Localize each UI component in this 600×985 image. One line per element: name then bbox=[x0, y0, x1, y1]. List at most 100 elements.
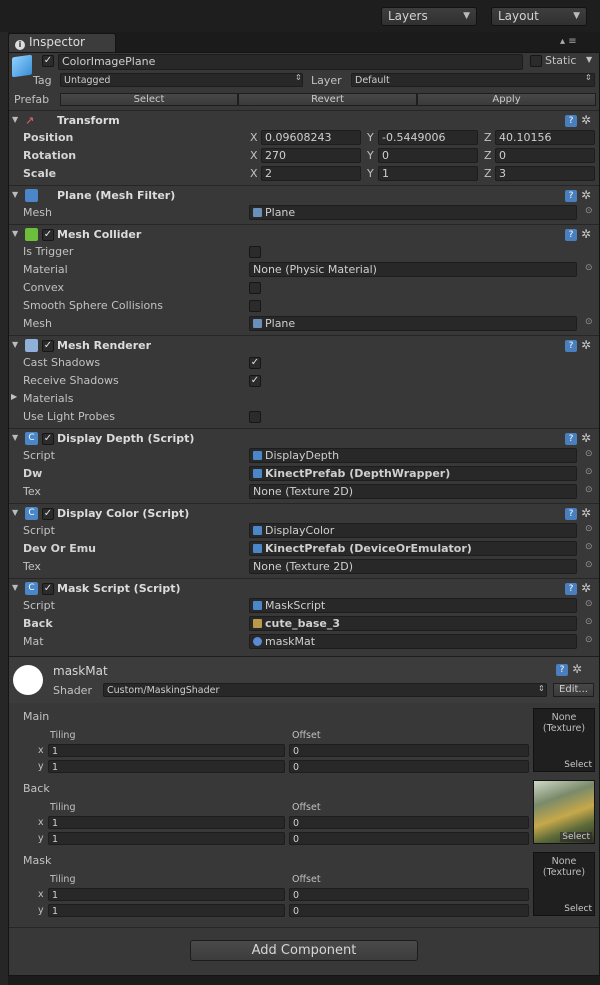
position-x-field[interactable]: 0.09608243 bbox=[261, 130, 361, 145]
enabled-checkbox[interactable]: ✓ bbox=[42, 508, 54, 520]
object-picker-icon[interactable]: ⊙ bbox=[585, 599, 593, 609]
object-picker-icon[interactable]: ⊙ bbox=[585, 449, 593, 459]
enabled-checkbox[interactable]: ✓ bbox=[42, 433, 54, 445]
tab-inspector[interactable]: i Inspector bbox=[8, 33, 116, 52]
help-book-icon[interactable]: ? bbox=[565, 190, 577, 202]
texture-select-button[interactable]: Select bbox=[564, 760, 592, 770]
help-book-icon[interactable]: ? bbox=[565, 340, 577, 352]
offset-x-field[interactable]: 0 bbox=[289, 888, 529, 901]
help-book-icon[interactable]: ? bbox=[565, 115, 577, 127]
rotation-y-field[interactable]: 0 bbox=[378, 148, 478, 163]
enabled-checkbox[interactable]: ✓ bbox=[42, 583, 54, 595]
add-component-button[interactable]: Add Component bbox=[190, 940, 418, 961]
position-y-field[interactable]: -0.5449006 bbox=[378, 130, 478, 145]
materials-label[interactable]: Materials bbox=[23, 392, 73, 405]
mesh-filter-header[interactable]: ▼ Plane (Mesh Filter) ? ✲ bbox=[9, 187, 599, 206]
mat-field[interactable]: maskMat bbox=[249, 634, 577, 649]
object-picker-icon[interactable]: ⊙ bbox=[585, 263, 593, 273]
tab-options[interactable]: ▴ ≡ bbox=[560, 36, 577, 47]
dev-or-emu-field[interactable]: KinectPrefab (DeviceOrEmulator) bbox=[249, 541, 577, 556]
static-checkbox[interactable] bbox=[530, 55, 542, 67]
object-picker-icon[interactable]: ⊙ bbox=[585, 524, 593, 534]
help-book-icon[interactable]: ? bbox=[565, 433, 577, 445]
convex-checkbox[interactable] bbox=[249, 282, 261, 294]
position-z-field[interactable]: 40.10156 bbox=[495, 130, 595, 145]
lock-icon[interactable]: ▴ bbox=[560, 36, 565, 47]
enabled-checkbox[interactable]: ✓ bbox=[42, 229, 54, 241]
script-field[interactable]: DisplayColor bbox=[249, 523, 577, 538]
edit-shader-button[interactable]: Edit... bbox=[553, 683, 594, 697]
shader-dropdown[interactable]: Custom/MaskingShader bbox=[103, 683, 547, 697]
script-field[interactable]: MaskScript bbox=[249, 598, 577, 613]
object-picker-icon[interactable]: ⊙ bbox=[585, 467, 593, 477]
is-trigger-checkbox[interactable] bbox=[249, 246, 261, 258]
foldout-icon[interactable]: ▼ bbox=[12, 190, 18, 199]
gear-icon[interactable]: ✲ bbox=[581, 338, 591, 352]
layers-dropdown[interactable]: Layers ▼ bbox=[381, 7, 477, 26]
layer-dropdown[interactable]: Default bbox=[351, 73, 595, 87]
tex-field[interactable]: None (Texture 2D) bbox=[249, 484, 577, 499]
gear-icon[interactable]: ✲ bbox=[581, 227, 591, 241]
object-picker-icon[interactable]: ⊙ bbox=[585, 542, 593, 552]
transform-header[interactable]: ▼ ↗ Transform ? ✲ bbox=[9, 112, 599, 131]
tiling-y-field[interactable]: 1 bbox=[48, 904, 285, 917]
object-picker-icon[interactable]: ⊙ bbox=[585, 317, 593, 327]
tiling-x-field[interactable]: 1 bbox=[48, 816, 285, 829]
mesh-collider-header[interactable]: ▼ ✓ Mesh Collider ? ✲ bbox=[9, 226, 599, 245]
display-depth-header[interactable]: ▼ C ✓ Display Depth (Script) ? ✲ bbox=[9, 430, 599, 449]
receive-shadows-checkbox[interactable]: ✓ bbox=[249, 375, 261, 387]
active-checkbox[interactable]: ✓ bbox=[42, 55, 54, 67]
foldout-icon[interactable]: ▼ bbox=[12, 115, 18, 124]
gear-icon[interactable]: ✲ bbox=[581, 581, 591, 595]
tiling-y-field[interactable]: 1 bbox=[48, 832, 285, 845]
dw-field[interactable]: KinectPrefab (DepthWrapper) bbox=[249, 466, 577, 481]
back-field[interactable]: cute_base_3 bbox=[249, 616, 577, 631]
object-picker-icon[interactable]: ⊙ bbox=[585, 206, 593, 216]
foldout-icon[interactable]: ▼ bbox=[12, 229, 18, 238]
physic-material-field[interactable]: None (Physic Material) bbox=[249, 262, 577, 277]
prefab-select-button[interactable]: Select bbox=[60, 93, 238, 106]
texture-slot-back[interactable]: Select bbox=[533, 780, 595, 844]
gear-icon[interactable]: ✲ bbox=[581, 188, 591, 202]
offset-y-field[interactable]: 0 bbox=[289, 904, 529, 917]
gear-icon[interactable]: ✲ bbox=[572, 662, 582, 676]
enabled-checkbox[interactable]: ✓ bbox=[42, 340, 54, 352]
light-probes-checkbox[interactable] bbox=[249, 411, 261, 423]
rotation-x-field[interactable]: 270 bbox=[261, 148, 361, 163]
offset-x-field[interactable]: 0 bbox=[289, 816, 529, 829]
tex-field[interactable]: None (Texture 2D) bbox=[249, 559, 577, 574]
collider-mesh-field[interactable]: Plane bbox=[249, 316, 577, 331]
gear-icon[interactable]: ✲ bbox=[581, 113, 591, 127]
object-name-field[interactable]: ColorImagePlane bbox=[58, 54, 523, 70]
help-book-icon[interactable]: ? bbox=[565, 229, 577, 241]
foldout-icon[interactable]: ▼ bbox=[12, 340, 18, 349]
texture-slot-main[interactable]: None (Texture) Select bbox=[533, 708, 595, 772]
display-color-header[interactable]: ▼ C ✓ Display Color (Script) ? ✲ bbox=[9, 505, 599, 524]
smooth-checkbox[interactable] bbox=[249, 300, 261, 312]
scale-z-field[interactable]: 3 bbox=[495, 166, 595, 181]
foldout-closed-icon[interactable]: ▶ bbox=[11, 392, 17, 401]
tiling-y-field[interactable]: 1 bbox=[48, 760, 285, 773]
chevron-down-icon[interactable]: ▼ bbox=[586, 55, 592, 64]
prefab-revert-button[interactable]: Revert bbox=[238, 93, 417, 106]
object-picker-icon[interactable]: ⊙ bbox=[585, 560, 593, 570]
rotation-z-field[interactable]: 0 bbox=[495, 148, 595, 163]
texture-select-button[interactable]: Select bbox=[560, 832, 592, 842]
mesh-field[interactable]: Plane bbox=[249, 205, 577, 220]
tiling-x-field[interactable]: 1 bbox=[48, 888, 285, 901]
object-picker-icon[interactable]: ⊙ bbox=[585, 485, 593, 495]
foldout-icon[interactable]: ▼ bbox=[12, 508, 18, 517]
scale-y-field[interactable]: 1 bbox=[378, 166, 478, 181]
script-field[interactable]: DisplayDepth bbox=[249, 448, 577, 463]
foldout-icon[interactable]: ▼ bbox=[12, 433, 18, 442]
foldout-icon[interactable]: ▼ bbox=[12, 583, 18, 592]
help-book-icon[interactable]: ? bbox=[556, 664, 568, 676]
gear-icon[interactable]: ✲ bbox=[581, 506, 591, 520]
gear-icon[interactable]: ✲ bbox=[581, 431, 591, 445]
mesh-renderer-header[interactable]: ▼ ✓ Mesh Renderer ? ✲ bbox=[9, 337, 599, 356]
texture-slot-mask[interactable]: None (Texture) Select bbox=[533, 852, 595, 916]
cast-shadows-checkbox[interactable]: ✓ bbox=[249, 357, 261, 369]
offset-x-field[interactable]: 0 bbox=[289, 744, 529, 757]
menu-icon[interactable]: ≡ bbox=[568, 36, 576, 47]
tiling-x-field[interactable]: 1 bbox=[48, 744, 285, 757]
